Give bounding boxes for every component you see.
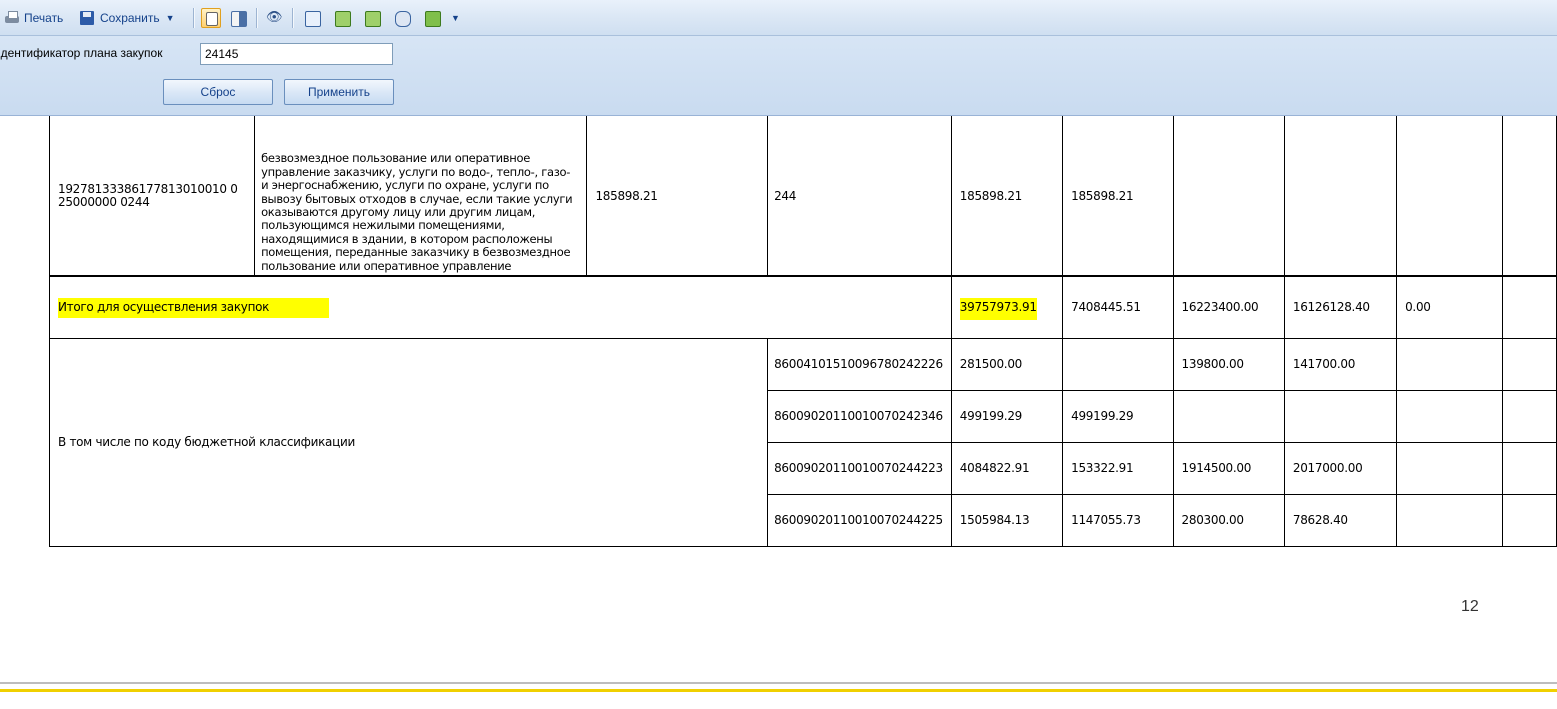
kbk-total: 1505984.13 — [950, 493, 1064, 547]
kbk-c1: 1147055.73 — [1062, 493, 1174, 547]
table-cell — [1172, 116, 1285, 277]
kbk-c3: 141700.00 — [1283, 337, 1398, 391]
kbk-c3: 2017000.00 — [1283, 441, 1398, 495]
kbk-total: 281500.00 — [950, 337, 1064, 391]
kbk-row: В том числе по коду бюджетной классифика… — [48, 337, 1557, 547]
total-value-cell: 39757973.91 — [950, 275, 1064, 339]
purchase-description: безвозмездное пользование или оперативно… — [254, 116, 588, 277]
total-value: 39757973.91 — [959, 298, 1037, 321]
kbk-c2: 139800.00 — [1172, 337, 1285, 391]
plan-id-input[interactable] — [200, 43, 393, 65]
kbk-code: 86009020110010070244223 — [767, 441, 952, 495]
kbk-c1: 153322.91 — [1062, 441, 1174, 495]
table-cell — [1396, 441, 1503, 495]
binoculars-icon: 👁 — [266, 9, 283, 24]
report-page: 19278133386177813010010 0 25000000 0244 … — [0, 116, 1557, 682]
table-cell — [1283, 116, 1398, 277]
kbk-c3 — [1283, 389, 1398, 443]
table-cell — [1501, 493, 1557, 547]
floppy-disk-icon — [80, 11, 94, 25]
kbk-c2: 1914500.00 — [1172, 441, 1285, 495]
total-c3: 16126128.40 — [1283, 275, 1398, 339]
total-label: Итого для осуществления закупок — [58, 298, 330, 319]
table-cell: 19278133386177813010010 0 25000000 0244 — [48, 116, 256, 277]
plan-id-label: Идентификатор плана закупок — [0, 46, 163, 60]
next-page-button[interactable] — [362, 8, 382, 28]
table-cell — [1501, 275, 1557, 339]
kbk-c2 — [1172, 389, 1285, 443]
grid-export-icon — [425, 11, 441, 27]
table-cell — [1501, 441, 1557, 495]
save-label: Сохранить — [100, 11, 160, 25]
find-button[interactable]: 👁 — [264, 8, 284, 28]
total-c1: 7408445.51 — [1062, 275, 1174, 339]
kbk-code: 86004101510096780242226 — [767, 337, 952, 391]
first-page-button[interactable] — [302, 8, 322, 28]
table-cell — [1396, 116, 1503, 277]
export-dropdown[interactable]: ▼ — [445, 8, 460, 28]
kbk-code: 86009020110010070242346 — [767, 389, 952, 443]
page-number: 12 — [1461, 598, 1479, 615]
total-cell: 185898.21 — [950, 116, 1064, 277]
save-button[interactable]: Сохранить ▼ — [80, 8, 175, 28]
last-page-button[interactable] — [392, 8, 412, 28]
toolbar-separator — [292, 8, 294, 28]
parameters-toggle-button[interactable] — [201, 8, 221, 28]
kbk-total: 499199.29 — [950, 389, 1064, 443]
total-label-cell: Итого для осуществления закупок — [49, 275, 952, 339]
year1-cell: 185898.21 — [1062, 116, 1174, 277]
total-row: Итого для осуществления закупок 39757973… — [49, 275, 1557, 339]
kbk-c2: 280300.00 — [1172, 493, 1285, 547]
chevron-down-icon: ▼ — [165, 13, 175, 23]
kbk-c1: 499199.29 — [1062, 389, 1174, 443]
total-c4: 0.00 — [1396, 275, 1503, 339]
filter-panel: Идентификатор плана закупок Сброс Примен… — [0, 36, 1557, 116]
table-cell — [1396, 493, 1503, 547]
kbk-label: В том числе по коду бюджетной классифика… — [48, 337, 769, 547]
previous-page-button[interactable] — [332, 8, 352, 28]
printer-icon — [4, 11, 20, 25]
reset-button[interactable]: Сброс — [163, 79, 273, 105]
page-green-icon — [335, 11, 351, 27]
table-cell — [1501, 389, 1557, 443]
document-map-button[interactable] — [228, 8, 248, 28]
kbk-c1 — [1062, 337, 1174, 391]
kvr-cell: 244 — [767, 116, 952, 277]
report-toolbar: Печать Сохранить ▼ 👁 ▼ — [0, 0, 1557, 36]
kbk-code: 86009020110010070244225 — [767, 493, 952, 547]
export-button[interactable] — [422, 8, 442, 28]
page-layout-icon — [305, 11, 321, 27]
purchase-code-line2: 25000000 0244 — [58, 194, 150, 209]
toolbar-separator — [193, 8, 195, 28]
two-page-icon — [365, 11, 381, 27]
total-c2: 16223400.00 — [1172, 275, 1285, 339]
document-question-icon — [206, 12, 218, 26]
page-view-icon — [395, 11, 411, 27]
print-label: Печать — [24, 11, 64, 25]
toolbar-separator — [256, 8, 258, 28]
page-divider — [0, 682, 1557, 684]
print-button[interactable]: Печать — [4, 8, 63, 28]
kbk-total: 4084822.91 — [950, 441, 1064, 495]
kbk-c3: 78628.40 — [1283, 493, 1398, 547]
purchase-code-line1: 19278133386177813010010 0 — [58, 181, 238, 196]
apply-button[interactable]: Применить — [284, 79, 394, 105]
procurement-table: 19278133386177813010010 0 25000000 0244 … — [48, 116, 1557, 547]
amount-cell: 185898.21 — [586, 116, 769, 277]
table-cell — [1396, 389, 1503, 443]
table-row: 19278133386177813010010 0 25000000 0244 … — [48, 116, 1557, 277]
table-cell — [1501, 116, 1557, 277]
table-cell — [1501, 337, 1557, 391]
table-cell — [1396, 337, 1503, 391]
chevron-down-icon: ▼ — [451, 13, 460, 23]
document-map-icon — [231, 11, 247, 27]
status-accent-bar — [0, 689, 1557, 692]
